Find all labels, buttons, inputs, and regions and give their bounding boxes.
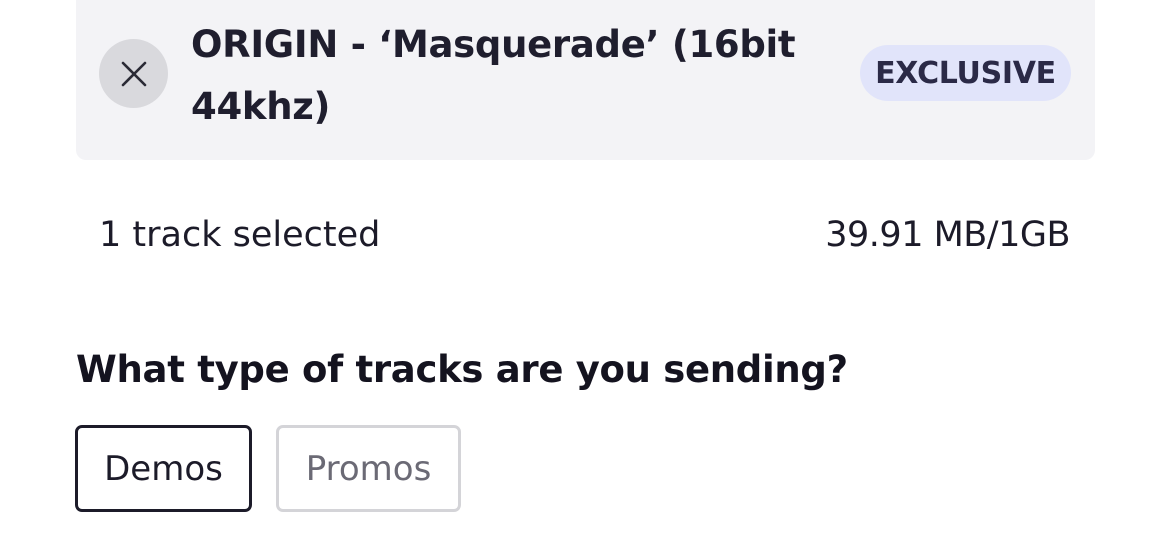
- remove-track-button[interactable]: [99, 39, 168, 108]
- promos-option-button[interactable]: Promos: [276, 425, 461, 512]
- track-type-question: What type of tracks are you sending?: [76, 348, 848, 391]
- selected-track-count: 1 track selected: [99, 215, 381, 255]
- close-icon: [120, 60, 148, 88]
- track-title: ORIGIN - ‘Masquerade’ (16bit 44khz): [191, 23, 796, 128]
- demos-option-button[interactable]: Demos: [75, 425, 252, 512]
- upload-size-readout: 39.91 MB/1GB: [825, 215, 1070, 255]
- exclusive-badge: EXCLUSIVE: [860, 45, 1071, 101]
- upload-panel: ORIGIN - ‘Masquerade’ (16bit 44khz) EXCL…: [0, 0, 1170, 558]
